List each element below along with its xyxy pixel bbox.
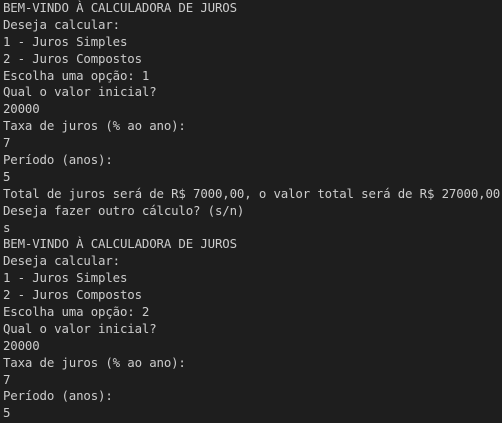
terminal-line: 20000 (3, 101, 40, 117)
terminal-line: Deseja fazer outro cálculo? (s/n) (3, 202, 245, 218)
terminal-line: Deseja calcular: (3, 16, 120, 32)
terminal-line: Qual o valor inicial? (3, 320, 157, 336)
terminal-line: BEM-VINDO À CALCULADORA DE JUROS (3, 236, 237, 252)
terminal-line: Deseja calcular: (3, 253, 120, 269)
terminal-line: 2 - Juros Compostos (3, 50, 142, 66)
terminal-line: Período (anos): (3, 388, 113, 404)
terminal-line: Escolha uma opção: 1 (3, 67, 150, 83)
terminal-line: 2 - Juros Compostos (3, 287, 142, 303)
terminal-line: 1 - Juros Simples (3, 33, 128, 49)
terminal-line: Escolha uma opção: 2 (3, 304, 150, 320)
terminal-line: Total de juros será de R$ 7000,00, o val… (3, 185, 501, 201)
terminal-line: 5 (3, 168, 11, 184)
terminal-line: Qual o valor inicial? (3, 84, 157, 100)
terminal-line: Taxa de juros (% ao ano): (3, 354, 186, 370)
terminal-line: Período (anos): (3, 152, 113, 168)
terminal-line: 5 (3, 405, 11, 421)
terminal-line: BEM-VINDO À CALCULADORA DE JUROS (3, 0, 237, 15)
terminal-output[interactable]: BEM-VINDO À CALCULADORA DE JUROS Deseja … (0, 0, 502, 423)
terminal-line: 20000 (3, 337, 40, 353)
terminal-line: 7 (3, 135, 11, 151)
terminal-line: 7 (3, 371, 11, 387)
terminal-line: 1 - Juros Simples (3, 270, 128, 286)
terminal-line: s (3, 219, 11, 235)
terminal-line: Taxa de juros (% ao ano): (3, 118, 186, 134)
